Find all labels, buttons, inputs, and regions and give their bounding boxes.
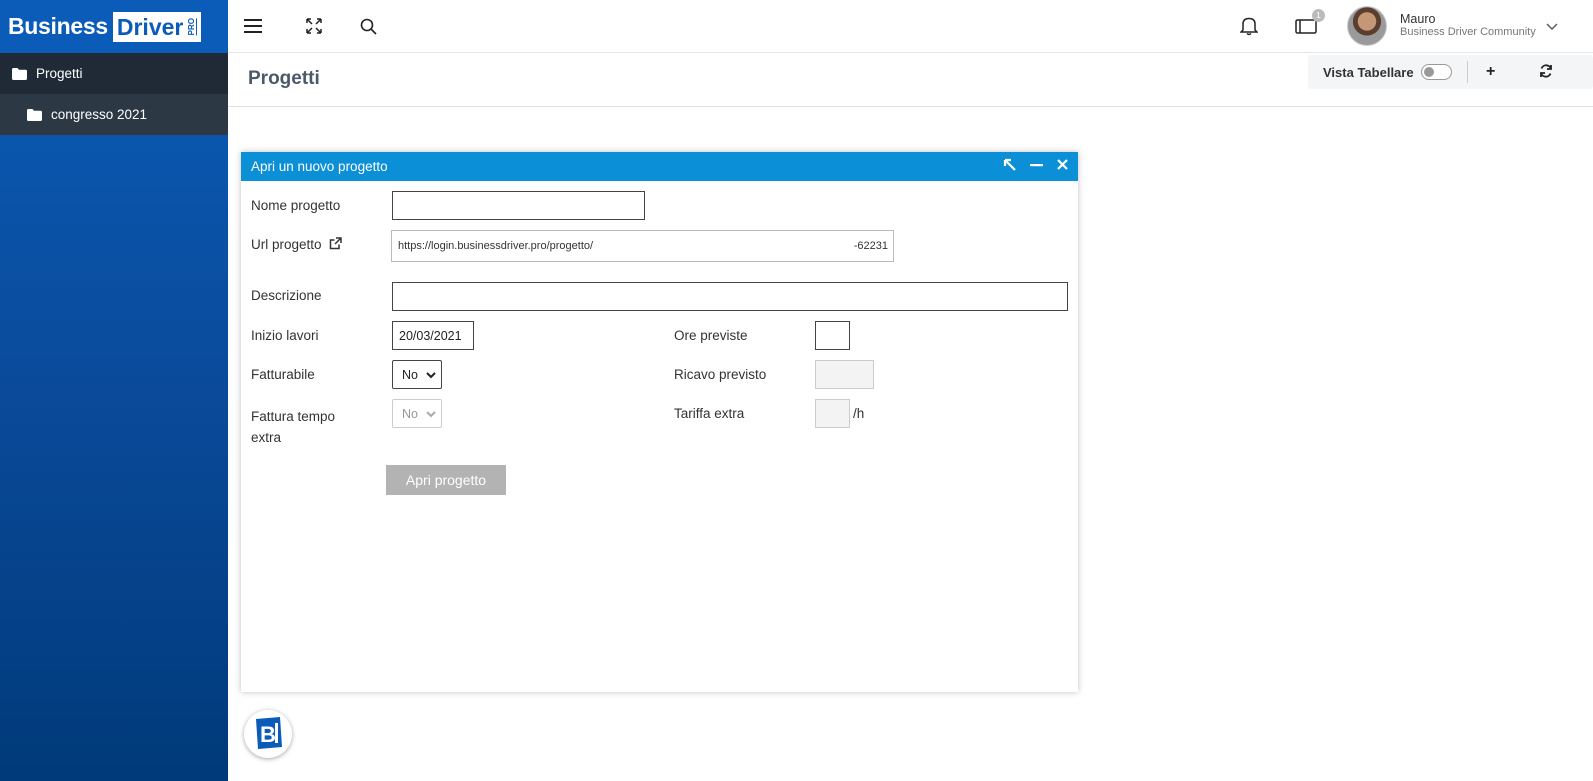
- fatturabile-select[interactable]: No: [392, 360, 442, 389]
- user-menu[interactable]: Mauro Business Driver Community: [1347, 6, 1558, 46]
- add-button[interactable]: +: [1486, 63, 1495, 81]
- nome-progetto-input[interactable]: [392, 191, 645, 220]
- descrizione-input[interactable]: [392, 282, 1068, 311]
- brand-word2-box: Driver PRO: [112, 11, 202, 42]
- topbar: 1 Mauro Business Driver Community: [228, 0, 1593, 53]
- brand-fab[interactable]: B: [244, 710, 292, 758]
- sidebar: Business Driver PRO Progetti congresso 2…: [0, 0, 228, 781]
- sidebar-item-label: Progetti: [36, 66, 83, 81]
- tariffa-extra-label: Tariffa extra: [674, 406, 745, 421]
- url-progetto-label: Url progetto: [251, 237, 343, 253]
- ricavo-previsto-input: [815, 360, 874, 389]
- inizio-lavori-label: Inizio lavori: [251, 328, 319, 343]
- fatturabile-value: No: [402, 367, 418, 382]
- dialog-title: Apri un nuovo progetto: [251, 159, 388, 174]
- brand-word2: Driver: [116, 13, 184, 40]
- avatar: [1347, 6, 1387, 46]
- fatturabile-label: Fatturabile: [251, 367, 315, 382]
- tariffa-extra-input: [815, 399, 850, 428]
- page-title: Progetti: [248, 68, 320, 89]
- minimize-icon[interactable]: [1030, 158, 1043, 176]
- descrizione-label: Descrizione: [251, 288, 322, 303]
- close-icon[interactable]: [1057, 158, 1068, 176]
- expand-icon[interactable]: [303, 15, 325, 37]
- tablet-icon[interactable]: 1: [1295, 9, 1325, 37]
- fattura-tempo-extra-label: Fattura tempo extra: [251, 409, 336, 445]
- refresh-icon[interactable]: [1539, 64, 1553, 83]
- brand-tag: PRO: [186, 17, 198, 36]
- bell-icon[interactable]: [1238, 15, 1260, 37]
- brand-logo[interactable]: Business Driver PRO: [0, 0, 228, 53]
- chevron-down-icon: [426, 369, 436, 383]
- url-suffix: -62231: [853, 240, 888, 252]
- user-company: Business Driver Community: [1400, 26, 1536, 38]
- url-progetto-label-text: Url progetto: [251, 237, 322, 252]
- url-prefix: https://login.businessdriver.pro/progett…: [398, 240, 594, 252]
- nome-progetto-label: Nome progetto: [251, 198, 341, 213]
- inizio-lavori-input[interactable]: [392, 321, 474, 350]
- restore-icon[interactable]: [1003, 158, 1017, 176]
- view-toggle[interactable]: [1420, 64, 1452, 80]
- svg-text:B: B: [260, 722, 276, 747]
- sidebar-item-congresso-2021[interactable]: congresso 2021: [0, 94, 228, 135]
- user-name: Mauro: [1400, 12, 1436, 26]
- url-progetto-field[interactable]: https://login.businessdriver.pro/progett…: [391, 230, 894, 262]
- sidebar-item-progetti[interactable]: Progetti: [0, 53, 228, 94]
- folder-icon: [12, 67, 27, 80]
- fattura-tempo-extra-value: No: [402, 406, 418, 421]
- user-info: Mauro Business Driver Community: [1400, 13, 1536, 39]
- fattura-tempo-extra-select: No: [392, 399, 442, 428]
- search-icon[interactable]: [357, 15, 379, 37]
- tariffa-unit: /h: [853, 406, 865, 421]
- brand-word1: Business: [8, 13, 108, 39]
- sidebar-item-label: congresso 2021: [51, 107, 148, 122]
- chevron-down-icon: [426, 408, 436, 422]
- apri-progetto-button[interactable]: Apri progetto: [386, 465, 506, 495]
- view-toggle-label: Vista Tabellare: [1323, 64, 1414, 80]
- dialog-header: Apri un nuovo progetto: [241, 152, 1078, 181]
- page-toolbar: Vista Tabellare +: [1308, 55, 1593, 89]
- new-project-dialog: Apri un nuovo progetto Nome progetto Url…: [241, 152, 1078, 692]
- folder-icon: [27, 108, 42, 121]
- external-link-icon[interactable]: [329, 237, 343, 253]
- divider: [1466, 61, 1468, 83]
- divider: [228, 106, 1593, 107]
- chevron-down-icon: [1546, 19, 1558, 34]
- menu-icon[interactable]: [242, 15, 264, 37]
- ore-previste-input[interactable]: [815, 321, 850, 350]
- bd-logo-icon: B: [250, 715, 286, 754]
- ricavo-previsto-label: Ricavo previsto: [674, 367, 767, 382]
- notification-badge: 1: [1312, 9, 1325, 22]
- ore-previste-label: Ore previste: [674, 328, 748, 343]
